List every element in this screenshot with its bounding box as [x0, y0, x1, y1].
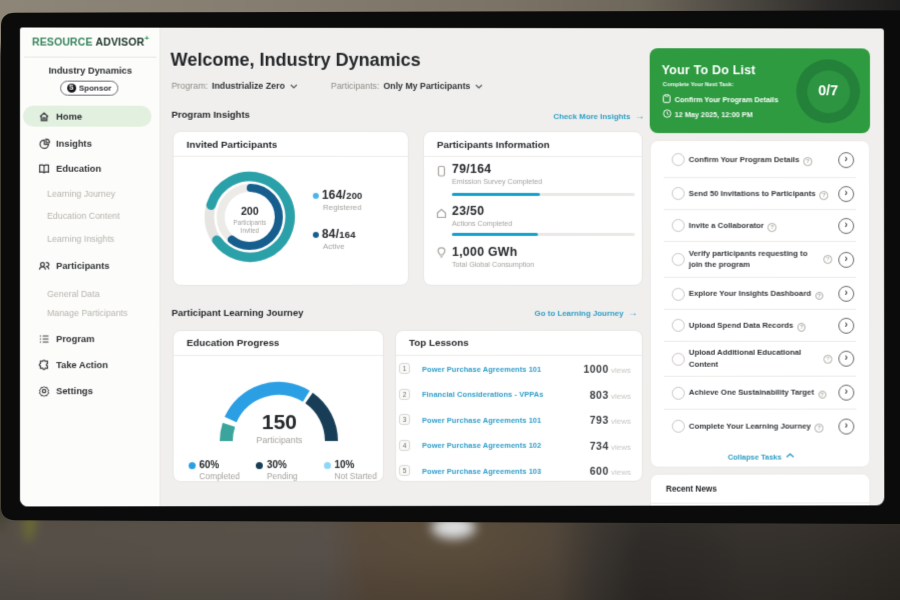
svg-text:Invited: Invited: [240, 228, 259, 235]
svg-text:200: 200: [241, 206, 259, 218]
svg-text:Participants: Participants: [233, 220, 266, 227]
